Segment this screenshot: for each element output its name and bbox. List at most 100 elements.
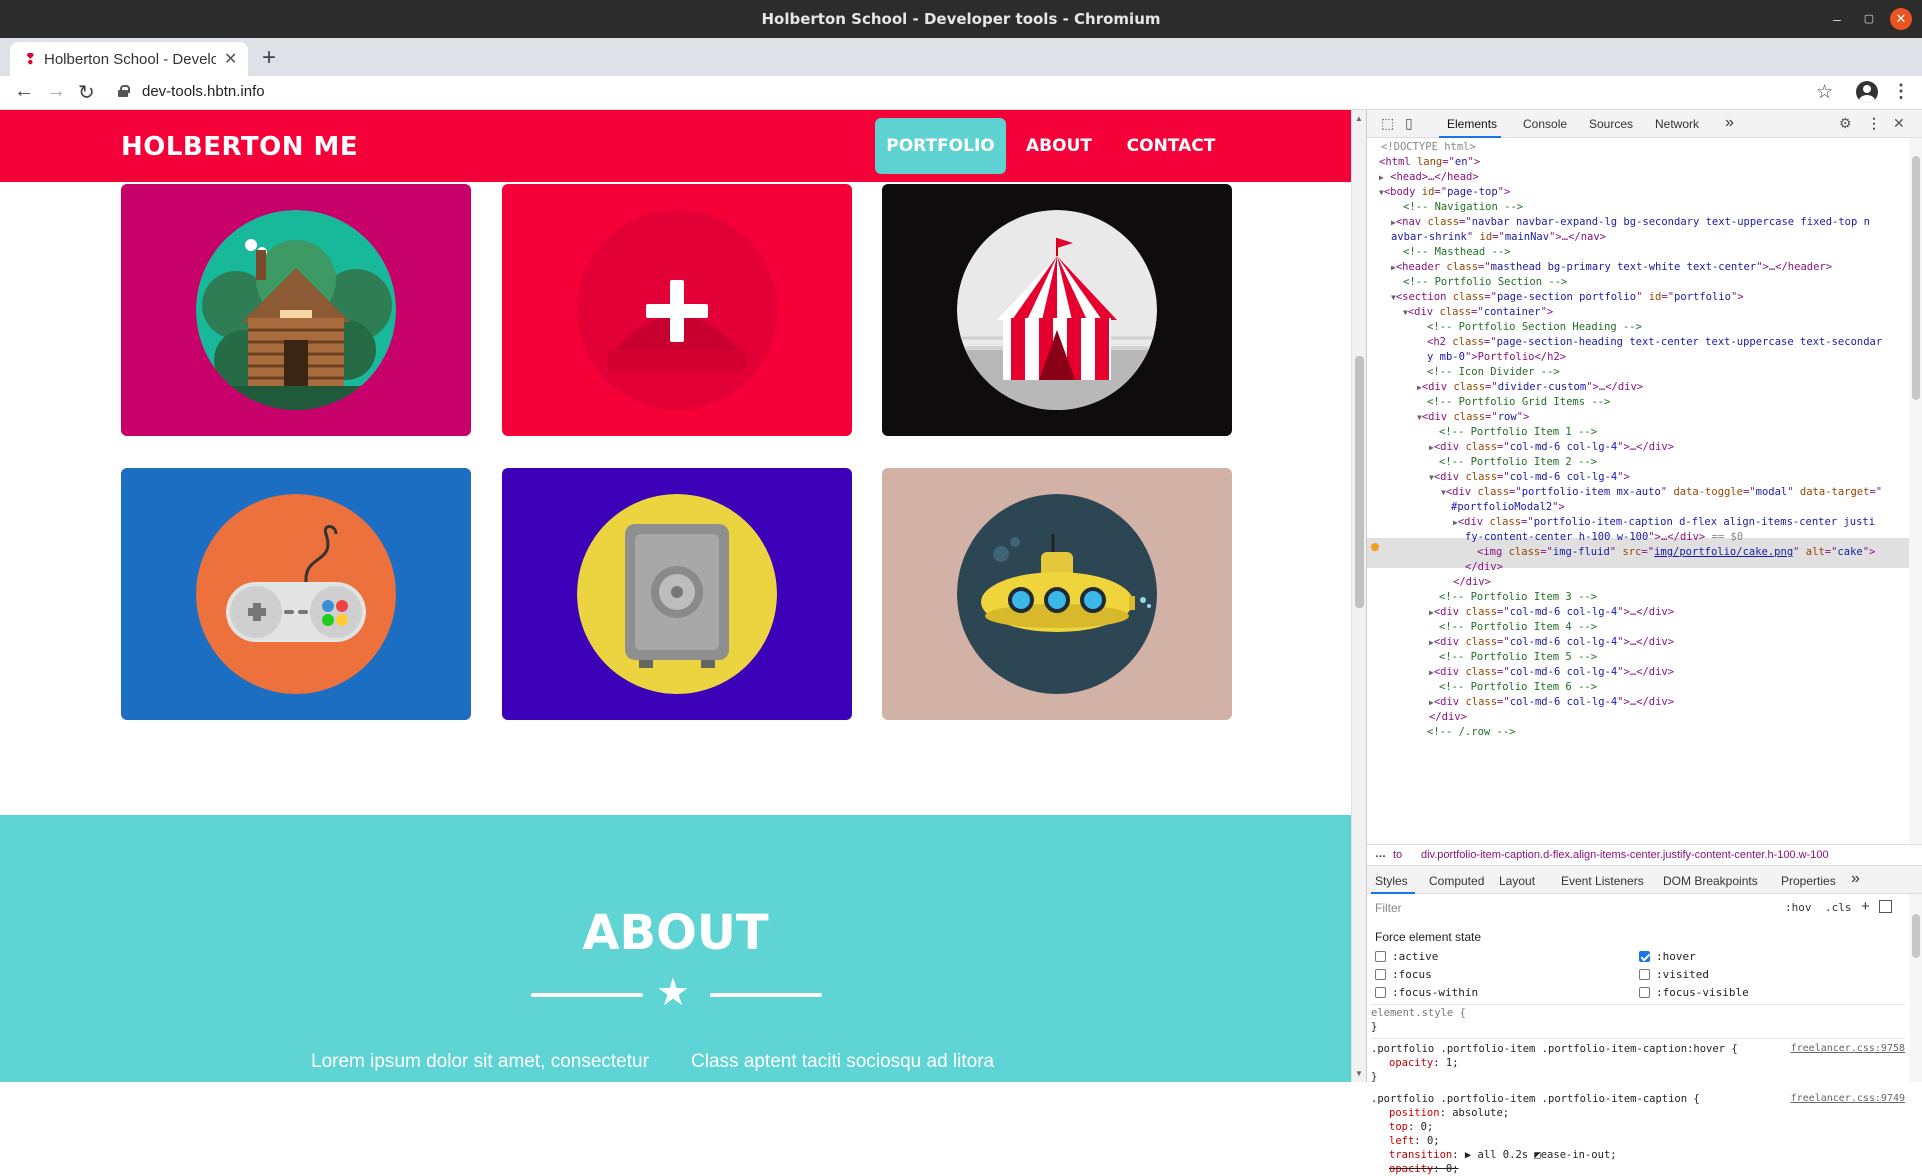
forward-icon[interactable]: → xyxy=(46,80,66,103)
dom-line[interactable]: <!-- Portfolio Section --> xyxy=(1403,275,1567,290)
dom-line[interactable]: ▼<div class="col-md-6 col-lg-4"> xyxy=(1429,470,1630,485)
tab-event-listeners[interactable]: Event Listeners xyxy=(1561,874,1644,888)
styles-filter[interactable]: Filter :hov .cls + xyxy=(1375,898,1895,918)
scroll-up-arrow-icon[interactable]: ▲ xyxy=(1355,114,1363,123)
minimize-button[interactable]: – xyxy=(1826,8,1848,30)
dom-line[interactable]: ▶<nav class="navbar navbar-expand-lg bg-… xyxy=(1391,215,1870,230)
styles-scrollbar-thumb[interactable] xyxy=(1912,914,1920,958)
breadcrumb-prev[interactable]: to xyxy=(1393,849,1402,861)
styles-scrollbar[interactable] xyxy=(1909,894,1922,1082)
state-active[interactable]: :active xyxy=(1375,950,1438,963)
selected-dom-line[interactable]: ▶<div class="portfolio-item-caption d-fl… xyxy=(1453,515,1875,530)
state-focus-visible[interactable]: :focus-visible xyxy=(1639,986,1749,999)
dom-line[interactable]: </div> xyxy=(1429,710,1467,725)
portfolio-item-game[interactable] xyxy=(121,468,471,720)
dom-line[interactable]: ▶<div class="col-md-6 col-lg-4">…</div> xyxy=(1429,440,1674,455)
dom-line[interactable]: <!-- Portfolio Grid Items --> xyxy=(1427,395,1610,410)
rule-source-link[interactable]: freelancer.css:9758 xyxy=(1791,1042,1905,1056)
new-rule-icon[interactable]: + xyxy=(1861,898,1870,915)
dom-line[interactable]: ▼<body id="page-top"> xyxy=(1379,185,1510,200)
close-button[interactable]: ✕ xyxy=(1890,8,1912,30)
browser-menu-icon[interactable]: ⋮ xyxy=(1892,81,1910,102)
filter-input[interactable]: Filter xyxy=(1375,901,1402,915)
dom-line[interactable]: #portfolioModal2"> xyxy=(1451,500,1565,515)
portfolio-item-submarine[interactable] xyxy=(882,468,1232,720)
rule-element-style[interactable]: element.style { } xyxy=(1371,1006,1905,1034)
dom-scrollbar[interactable] xyxy=(1909,138,1922,844)
tab-elements[interactable]: Elements xyxy=(1447,117,1497,131)
dom-line[interactable]: <!-- Portfolio Item 2 --> xyxy=(1439,455,1597,470)
state-focus[interactable]: :focus xyxy=(1375,968,1432,981)
new-tab-button[interactable]: + xyxy=(262,44,276,72)
url-field[interactable]: dev-tools.hbtn.info xyxy=(142,83,265,100)
dom-line[interactable]: <!-- Portfolio Item 5 --> xyxy=(1439,650,1597,665)
dom-line[interactable]: <img class="img-fluid" src="img/portfoli… xyxy=(1477,545,1875,560)
rule-source-link[interactable]: freelancer.css:9749 xyxy=(1791,1092,1905,1106)
checkbox-icon[interactable] xyxy=(1639,969,1650,980)
dom-line[interactable]: <!-- Icon Divider --> xyxy=(1427,365,1560,380)
dom-line[interactable]: avbar-shrink" id="mainNav">…</nav> xyxy=(1391,230,1606,245)
settings-gear-icon[interactable]: ⚙ xyxy=(1839,115,1852,132)
devtools-menu-icon[interactable]: ⋮ xyxy=(1867,115,1881,132)
dom-line[interactable]: ▼<div class="portfolio-item mx-auto" dat… xyxy=(1441,485,1882,500)
close-devtools-icon[interactable]: ✕ xyxy=(1893,115,1905,132)
lock-icon[interactable] xyxy=(118,85,130,97)
rule-caption[interactable]: .portfolio .portfolio-item .portfolio-it… xyxy=(1371,1092,1905,1176)
dom-line[interactable]: ▶<div class="divider-custom">…</div> xyxy=(1417,380,1643,395)
dom-line[interactable]: ▶<header class="masthead bg-primary text… xyxy=(1391,260,1832,275)
tab-computed[interactable]: Computed xyxy=(1429,874,1484,888)
reload-icon[interactable]: ↻ xyxy=(78,80,95,105)
dom-line[interactable]: y mb-0">Portfolio</h2> xyxy=(1427,350,1566,365)
dom-line[interactable]: </div> xyxy=(1465,560,1503,575)
checkbox-checked-icon[interactable] xyxy=(1639,951,1650,962)
portfolio-item-safe[interactable] xyxy=(502,468,852,720)
tab-sources[interactable]: Sources xyxy=(1589,117,1633,131)
close-tab-icon[interactable]: ✕ xyxy=(224,49,237,69)
dom-line[interactable]: <!-- Portfolio Item 1 --> xyxy=(1439,425,1597,440)
toggle-sidebar-icon[interactable] xyxy=(1879,900,1892,913)
dom-line[interactable]: <!-- Portfolio Item 4 --> xyxy=(1439,620,1597,635)
state-visited[interactable]: :visited xyxy=(1639,968,1709,981)
browser-tab[interactable]: ❢ Holberton School - Developer tools ✕ xyxy=(10,42,248,76)
tab-styles[interactable]: Styles xyxy=(1375,874,1408,888)
selected-dom-line[interactable]: fy-content-center h-100 w-100">…</div> =… xyxy=(1465,530,1743,545)
tab-network[interactable]: Network xyxy=(1655,117,1699,131)
dom-line[interactable]: <!-- Masthead --> xyxy=(1403,245,1510,260)
dom-line[interactable]: <!-- /.row --> xyxy=(1427,725,1516,740)
portfolio-item-cake[interactable] xyxy=(502,184,852,436)
page-scrollbar-thumb[interactable] xyxy=(1355,356,1364,608)
nav-about[interactable]: ABOUT xyxy=(1018,118,1100,174)
bookmark-star-icon[interactable]: ☆ xyxy=(1816,81,1833,104)
checkbox-icon[interactable] xyxy=(1639,987,1650,998)
dom-line[interactable]: <!-- Portfolio Section Heading --> xyxy=(1427,320,1642,335)
state-focus-within[interactable]: :focus-within xyxy=(1375,986,1478,999)
dom-line[interactable]: ▼<section class="page-section portfolio"… xyxy=(1391,290,1744,305)
more-style-tabs-icon[interactable]: » xyxy=(1851,870,1860,888)
dom-line[interactable]: ▶ <head>…</head> xyxy=(1379,170,1479,185)
dom-line[interactable]: ▶<div class="col-md-6 col-lg-4">…</div> xyxy=(1429,665,1674,680)
tab-properties[interactable]: Properties xyxy=(1781,874,1836,888)
dom-line[interactable]: <h2 class="page-section-heading text-cen… xyxy=(1427,335,1882,350)
tab-dom-breakpoints[interactable]: DOM Breakpoints xyxy=(1663,874,1758,888)
nav-portfolio[interactable]: PORTFOLIO xyxy=(875,118,1006,174)
scroll-down-arrow-icon[interactable]: ▼ xyxy=(1355,1069,1363,1078)
state-hover[interactable]: :hover xyxy=(1639,950,1696,963)
device-toolbar-icon[interactable]: ▯ xyxy=(1405,115,1413,132)
breadcrumb-current[interactable]: div.portfolio-item-caption.d-flex.align-… xyxy=(1421,849,1829,861)
account-icon[interactable] xyxy=(1856,81,1878,103)
tab-console[interactable]: Console xyxy=(1523,117,1567,131)
checkbox-icon[interactable] xyxy=(1375,951,1386,962)
dom-line[interactable]: ▼<div class="row"> xyxy=(1417,410,1529,425)
nav-contact[interactable]: CONTACT xyxy=(1121,118,1221,174)
breadcrumb-ellipsis[interactable]: … xyxy=(1375,848,1386,860)
dom-scrollbar-thumb[interactable] xyxy=(1912,156,1920,400)
dom-line[interactable]: ▶<div class="col-md-6 col-lg-4">…</div> xyxy=(1429,695,1674,710)
checkbox-icon[interactable] xyxy=(1375,987,1386,998)
inspect-element-icon[interactable]: ⬚ xyxy=(1381,115,1394,132)
checkbox-icon[interactable] xyxy=(1375,969,1386,980)
dom-line[interactable]: <!-- Portfolio Item 6 --> xyxy=(1439,680,1597,695)
dom-line[interactable]: ▶<div class="col-md-6 col-lg-4">…</div> xyxy=(1429,605,1674,620)
more-tabs-icon[interactable]: » xyxy=(1725,114,1734,132)
tab-layout[interactable]: Layout xyxy=(1499,874,1535,888)
dom-line[interactable]: ▶<div class="col-md-6 col-lg-4">…</div> xyxy=(1429,635,1674,650)
